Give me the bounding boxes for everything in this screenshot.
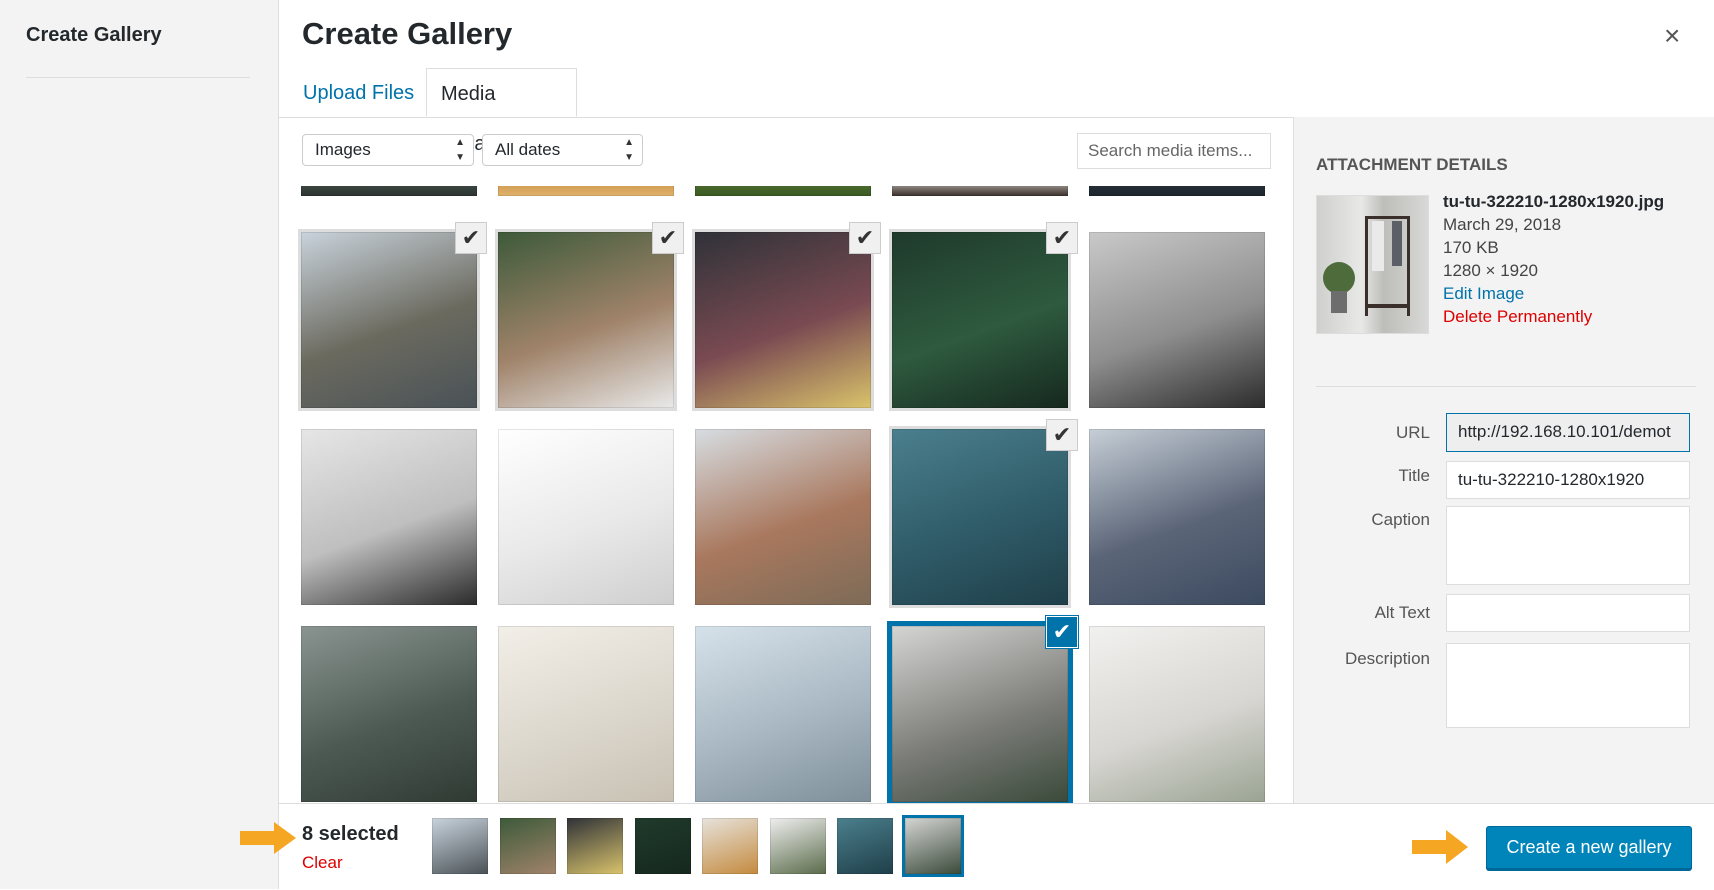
checkmark-icon[interactable]: ✔ [1046, 419, 1078, 451]
delete-permanently-link[interactable]: Delete Permanently [1443, 307, 1592, 327]
media-thumbnail-coffee-notebook[interactable]: ✔ [495, 222, 684, 411]
caption-field[interactable] [1446, 506, 1690, 585]
media-thumbnail-forest-aerial[interactable]: ✔ [889, 222, 1078, 411]
tab-upload-files[interactable]: Upload Files [289, 68, 428, 117]
media-thumbnail-partial[interactable] [498, 186, 674, 196]
attachment-preview-image [1316, 195, 1429, 334]
media-grid: ✔ ✔ ✔ ✔ ✔ ✔ [279, 186, 1292, 803]
media-type-select[interactable]: Images ▲ ▼ [302, 134, 474, 166]
tab-bar: Upload Files Media Library [279, 68, 1714, 155]
media-thumbnail-empire-state[interactable] [498, 429, 674, 605]
modal-title: Create Gallery [302, 16, 513, 51]
media-thumbnail-partial[interactable] [1089, 186, 1265, 196]
select-arrows-icon: ▲ ▼ [455, 137, 465, 163]
media-thumbnail-food-platter[interactable]: ✔ [692, 222, 881, 411]
tab-media-library[interactable]: Media Library [426, 68, 577, 155]
selected-thumb-fisherman-lake[interactable] [432, 818, 488, 874]
selected-thumb-coffee-notebook[interactable] [499, 818, 556, 874]
attachment-details-panel: ATTACHMENT DETAILS tu-tu-322210-1280x192… [1293, 117, 1714, 803]
selected-thumb-room-wood-floor[interactable] [702, 818, 758, 874]
checkmark-icon[interactable]: ✔ [849, 222, 881, 254]
sidebar: Create Gallery [0, 0, 279, 889]
description-label: Description [1344, 649, 1430, 668]
media-thumbnail-fisherman-lake[interactable]: ✔ [298, 222, 487, 411]
checkmark-icon[interactable]: ✔ [1046, 222, 1078, 254]
clothes-rack-illustration [1323, 216, 1410, 316]
selection-count: 8 selected [302, 823, 399, 845]
media-thumbnail-fallmag-street[interactable] [1089, 232, 1265, 408]
media-thumbnail-partial[interactable] [892, 186, 1068, 196]
caption-label: Caption [1371, 510, 1430, 529]
media-thumbnail-white-curtains[interactable] [498, 626, 674, 802]
media-type-value: Images [315, 140, 371, 159]
selected-thumb-plant-chair[interactable] [769, 818, 826, 874]
media-thumbnail-sparkler-water[interactable]: ✔ [889, 419, 1078, 608]
media-thumbnail-bright-room[interactable] [1089, 626, 1265, 802]
close-icon[interactable]: × [1664, 20, 1680, 52]
media-thumbnail-snow-monkeys[interactable] [695, 429, 871, 605]
details-divider [1316, 386, 1696, 387]
media-thumbnail-glass-chandelier[interactable] [695, 626, 871, 802]
title-field[interactable]: tu-tu-322210-1280x1920 [1446, 461, 1690, 499]
media-thumbnail-partial[interactable] [301, 186, 477, 196]
selected-thumb-clothes-rack[interactable] [901, 815, 964, 877]
checkmark-icon[interactable]: ✔ [455, 222, 487, 254]
attachment-dimensions: 1280 × 1920 [1443, 261, 1539, 280]
select-arrows-icon: ▲ ▼ [624, 137, 634, 163]
title-label: Title [1398, 466, 1431, 485]
alt-text-field[interactable] [1446, 594, 1690, 632]
checkmark-icon[interactable]: ✔ [1046, 616, 1078, 648]
media-thumbnail-partial[interactable] [695, 186, 871, 196]
attachment-filesize: 170 KB [1443, 238, 1499, 257]
description-field[interactable] [1446, 643, 1690, 728]
attachment-date: March 29, 2018 [1443, 215, 1562, 234]
media-thumbnail-laptop-phone[interactable] [301, 429, 477, 605]
checkmark-icon[interactable]: ✔ [652, 222, 684, 254]
url-label: URL [1395, 423, 1430, 442]
selected-thumb-sparkler-water[interactable] [837, 818, 893, 874]
media-thumbnail-misty-forest[interactable] [301, 626, 477, 802]
date-filter-value: All dates [495, 140, 561, 159]
edit-image-link[interactable]: Edit Image [1443, 284, 1524, 304]
sidebar-divider [26, 77, 250, 78]
attachment-details-heading: ATTACHMENT DETAILS [1316, 155, 1508, 174]
date-filter-select[interactable]: All dates ▲ ▼ [482, 134, 643, 166]
create-gallery-button[interactable]: Create a new gallery [1486, 826, 1692, 869]
sidebar-title-create-gallery[interactable]: Create Gallery [26, 24, 162, 47]
clear-selection-link[interactable]: Clear [302, 853, 343, 873]
url-field[interactable]: http://192.168.10.101/demot [1446, 413, 1690, 452]
selected-thumb-forest-aerial[interactable] [634, 818, 691, 874]
search-input[interactable]: Search media items... [1077, 133, 1271, 169]
alt-text-label: Alt Text [1374, 603, 1430, 622]
media-thumbnail-fjord-mountains[interactable] [1089, 429, 1265, 605]
media-thumbnail-clothes-rack[interactable]: ✔ [887, 616, 1078, 803]
selected-thumb-food-platter[interactable] [567, 818, 623, 874]
attachment-filename: tu-tu-322210-1280x1920.jpg [1443, 192, 1665, 211]
